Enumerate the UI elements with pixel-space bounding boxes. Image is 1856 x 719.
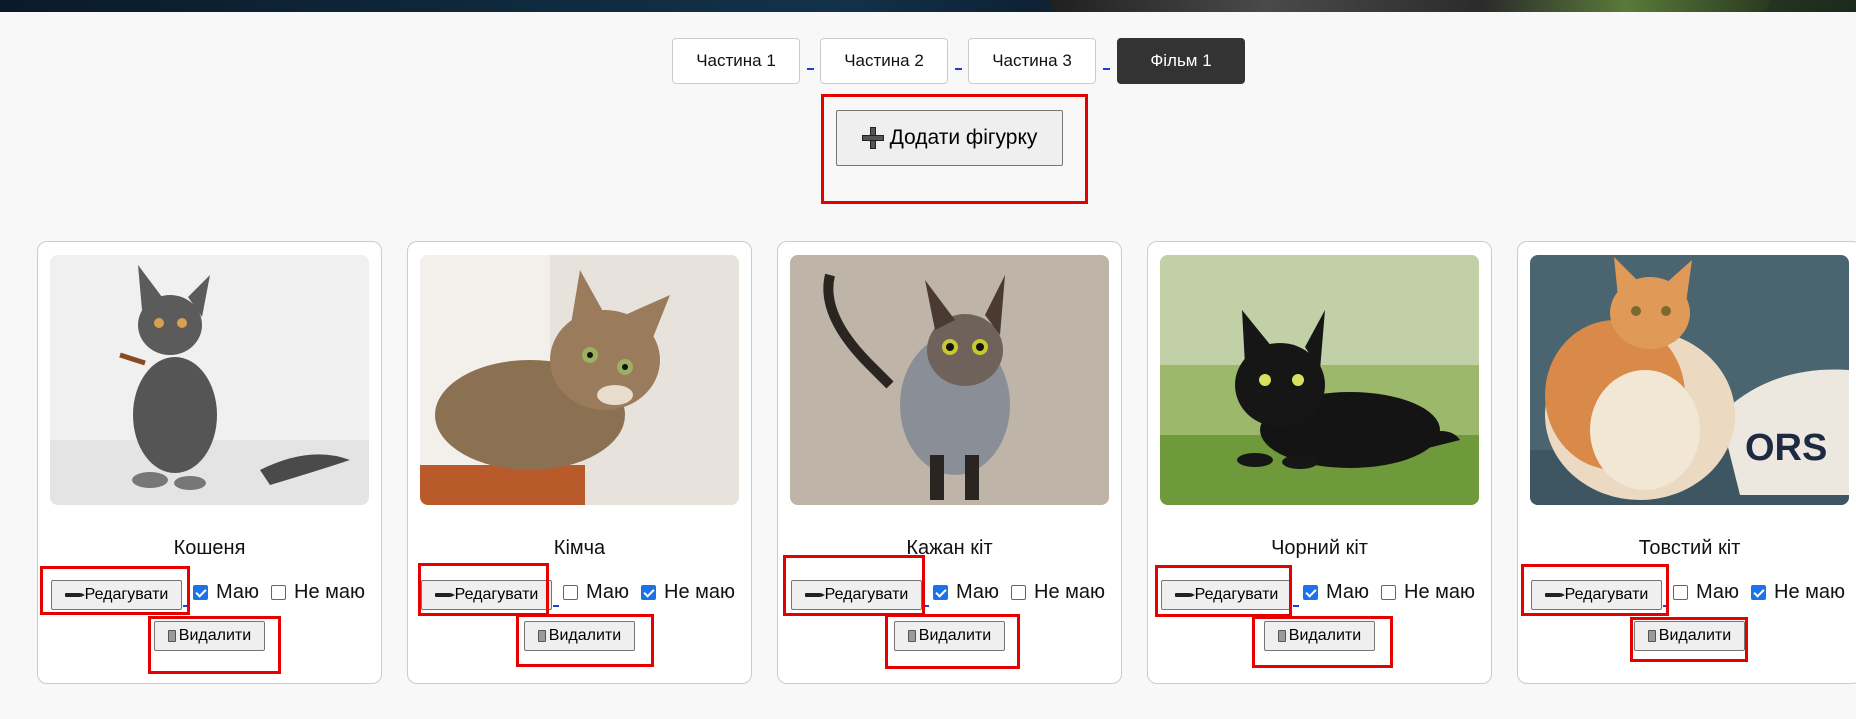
tab-part-1[interactable]: Частина 1 (672, 38, 800, 84)
link-underline (183, 605, 189, 607)
add-figure-button[interactable]: Додати фігурку (836, 110, 1063, 166)
not-have-label: Не маю (1774, 581, 1845, 603)
have-label: Маю (216, 581, 260, 603)
edit-button[interactable]: Редагувати (1161, 580, 1299, 610)
banner-image-detail (1050, 0, 1770, 12)
cat-photo (1160, 255, 1479, 505)
delete-button[interactable]: Видалити (524, 621, 635, 651)
have-label: Маю (956, 581, 1000, 603)
figure-card: Кімча Редагувати Маю Не маю Видалити (407, 241, 752, 684)
tab-bar: Частина 1 Частина 2 Частина 3 Фільм 1 (0, 38, 1856, 86)
pen-icon (804, 593, 825, 597)
have-checkbox[interactable] (1673, 585, 1688, 600)
edit-label: Редагувати (84, 586, 169, 603)
tab-separator (1103, 68, 1110, 70)
not-have-checkbox[interactable] (1011, 585, 1026, 600)
link-underline (1293, 605, 1299, 607)
not-have-checkbox[interactable] (271, 585, 286, 600)
figure-card: Кажан кіт Редагувати Маю Не маю Видалити (777, 241, 1122, 684)
link-underline (923, 605, 929, 607)
cat-photo (50, 255, 369, 505)
trash-icon (167, 630, 176, 642)
trash-icon (907, 630, 916, 642)
delete-label: Видалити (548, 627, 622, 644)
pen-icon (1174, 593, 1195, 597)
have-checkbox[interactable] (193, 585, 208, 600)
pen-icon (1544, 593, 1565, 597)
plus-icon (861, 127, 884, 149)
have-checkbox[interactable] (1303, 585, 1318, 600)
cat-photo (790, 255, 1109, 505)
delete-label: Видалити (1658, 627, 1732, 644)
figure-name: Товстий кіт (1638, 537, 1741, 559)
not-have-label: Не маю (664, 581, 735, 603)
tab-part-3[interactable]: Частина 3 (968, 38, 1096, 84)
edit-label: Редагувати (1194, 586, 1279, 603)
trash-icon (1647, 630, 1656, 642)
tab-part-2[interactable]: Частина 2 (820, 38, 948, 84)
edit-button[interactable]: Редагувати (421, 580, 559, 610)
svg-text:ORS: ORS (1745, 427, 1827, 469)
pen-icon (434, 593, 455, 597)
not-have-label: Не маю (294, 581, 365, 603)
trash-icon (537, 630, 546, 642)
delete-label: Видалити (918, 627, 992, 644)
tab-separator (955, 68, 962, 70)
figure-card: Чорний кіт Редагувати Маю Не маю Видалит… (1147, 241, 1492, 684)
tab-separator (807, 68, 814, 70)
delete-button[interactable]: Видалити (154, 621, 265, 651)
figure-card: ORS Товстий кіт Редагувати Маю Не маю Ви… (1517, 241, 1856, 684)
edit-button[interactable]: Редагувати (791, 580, 929, 610)
have-checkbox[interactable] (933, 585, 948, 600)
delete-button[interactable]: Видалити (1264, 621, 1375, 651)
delete-label: Видалити (1288, 627, 1362, 644)
cat-photo: ORS (1530, 255, 1849, 505)
have-label: Маю (1696, 581, 1740, 603)
delete-button[interactable]: Видалити (1634, 621, 1745, 651)
not-have-checkbox[interactable] (1751, 585, 1766, 600)
not-have-label: Не маю (1034, 581, 1105, 603)
figure-name: Кошеня (173, 537, 246, 559)
figure-name: Кімча (553, 537, 606, 559)
delete-label: Видалити (178, 627, 252, 644)
figure-card: Кошеня Редагувати Маю Не маю Видалити (37, 241, 382, 684)
pen-icon (64, 593, 85, 597)
link-underline (1663, 605, 1669, 607)
delete-button[interactable]: Видалити (894, 621, 1005, 651)
not-have-checkbox[interactable] (1381, 585, 1396, 600)
edit-button[interactable]: Редагувати (1531, 580, 1669, 610)
tab-film-1[interactable]: Фільм 1 (1117, 38, 1245, 84)
not-have-label: Не маю (1404, 581, 1475, 603)
trash-icon (1277, 630, 1286, 642)
have-label: Маю (1326, 581, 1370, 603)
edit-label: Редагувати (824, 586, 909, 603)
header-banner (0, 0, 1856, 12)
add-figure-label: Додати фігурку (889, 126, 1038, 149)
edit-label: Редагувати (454, 586, 539, 603)
have-checkbox[interactable] (563, 585, 578, 600)
edit-label: Редагувати (1564, 586, 1649, 603)
figure-name: Чорний кіт (1271, 537, 1368, 559)
edit-button[interactable]: Редагувати (51, 580, 189, 610)
link-underline (553, 605, 559, 607)
not-have-checkbox[interactable] (641, 585, 656, 600)
figure-name: Кажан кіт (906, 537, 993, 559)
have-label: Маю (586, 581, 630, 603)
cat-photo (420, 255, 739, 505)
